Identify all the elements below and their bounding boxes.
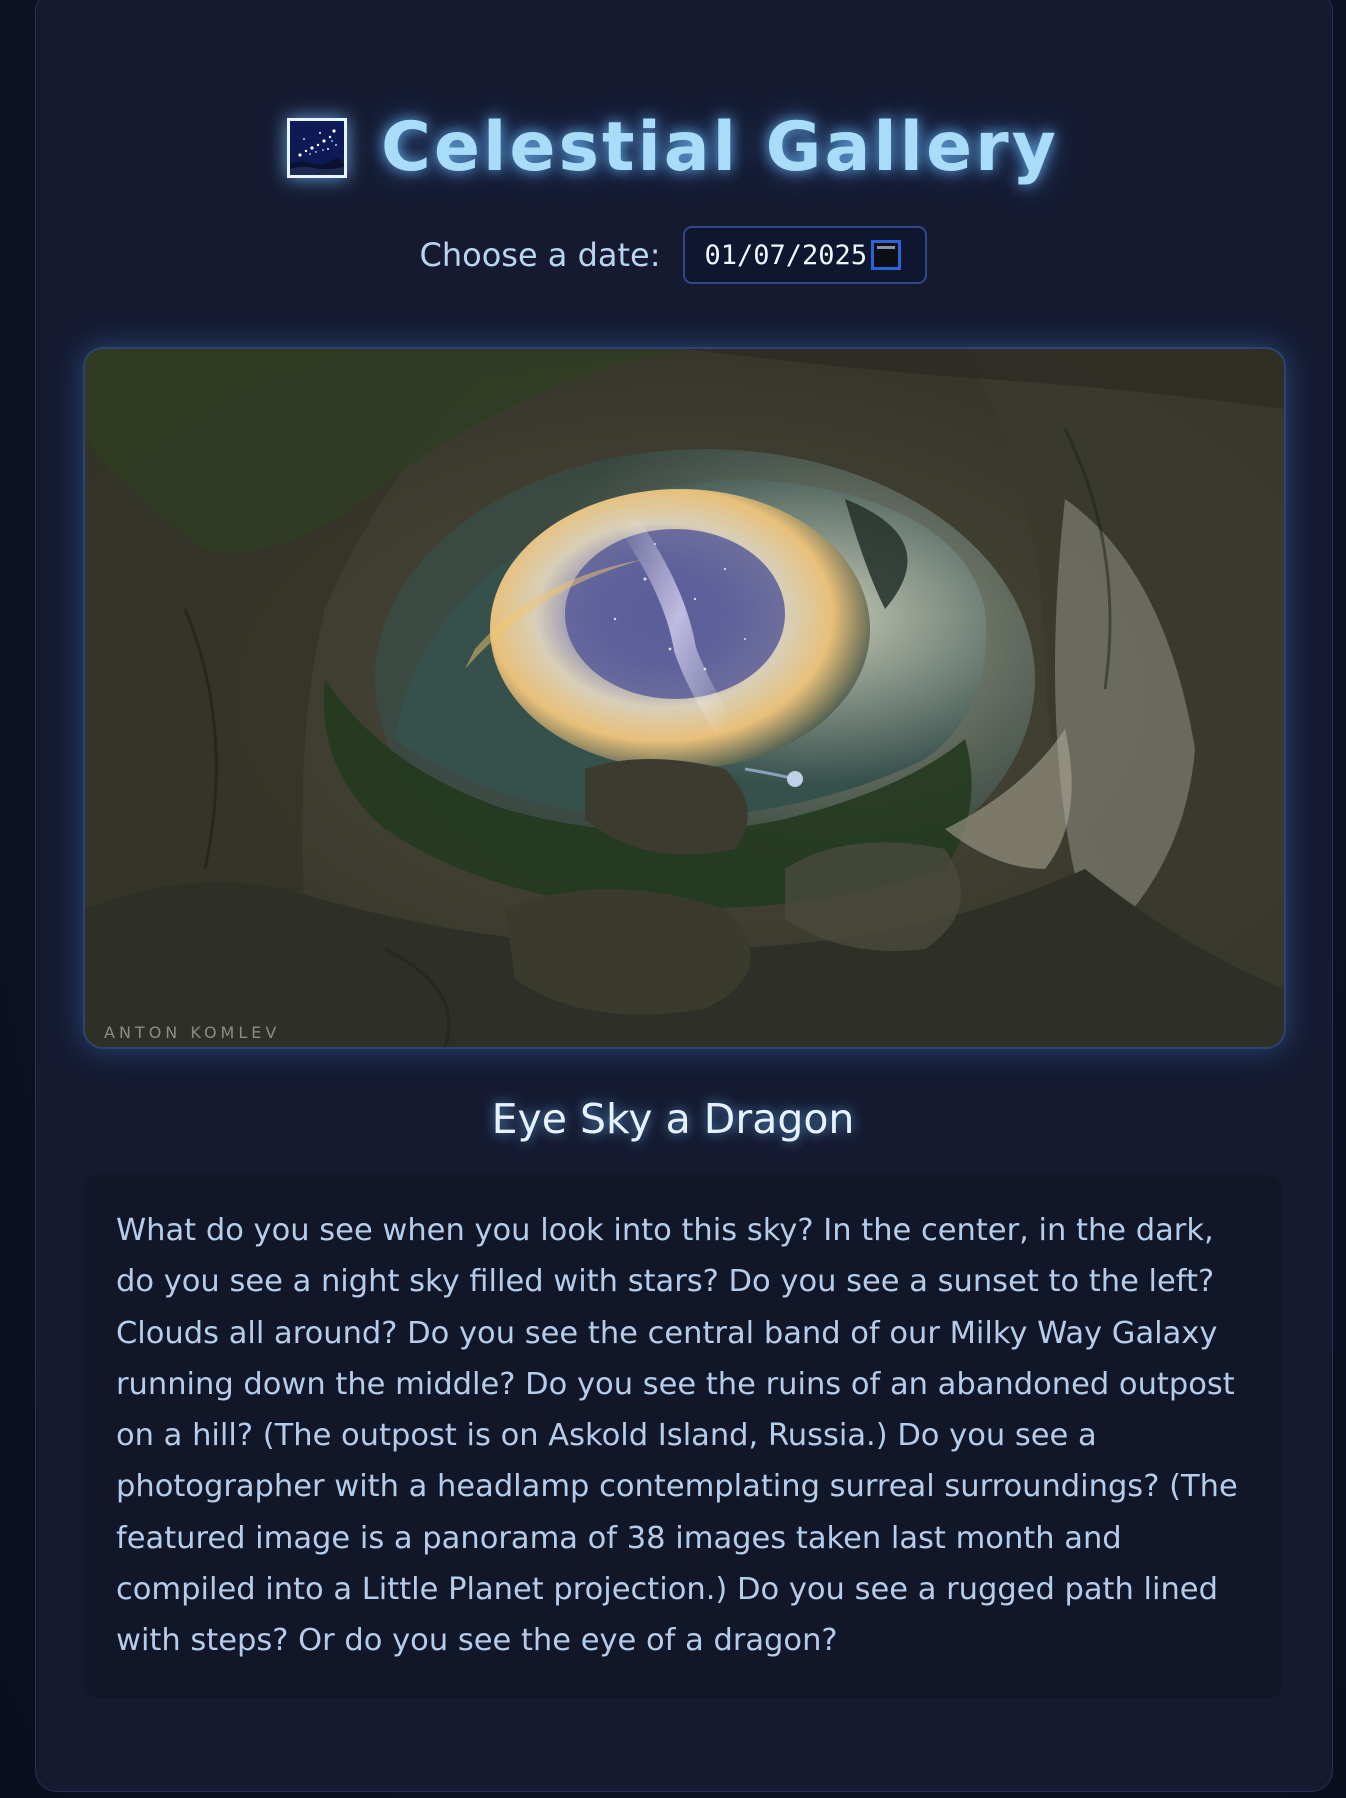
header: Celestial Gallery — [0, 108, 1346, 188]
date-input[interactable]: 01/07/2025 — [682, 226, 927, 284]
night-sky-stars-icon — [287, 118, 348, 178]
little-planet-photo — [85, 349, 1284, 1047]
date-label: Choose a date: — [419, 236, 661, 274]
calendar-icon[interactable] — [871, 240, 902, 270]
description-box: What do you see when you look into this … — [84, 1175, 1282, 1698]
date-value[interactable]: 01/07/2025 — [705, 240, 868, 271]
apod-image: ANTON KOMLEV — [83, 347, 1286, 1049]
page-title: Celestial Gallery — [381, 108, 1059, 187]
photo-watermark: ANTON KOMLEV — [104, 1023, 281, 1042]
photo-title: Eye Sky a Dragon — [491, 1095, 855, 1143]
description-text: What do you see when you look into this … — [116, 1213, 1238, 1659]
date-row: Choose a date: 01/07/2025 — [0, 225, 1346, 285]
page: Celestial Gallery Choose a date: 01/07/2… — [0, 0, 1346, 1798]
